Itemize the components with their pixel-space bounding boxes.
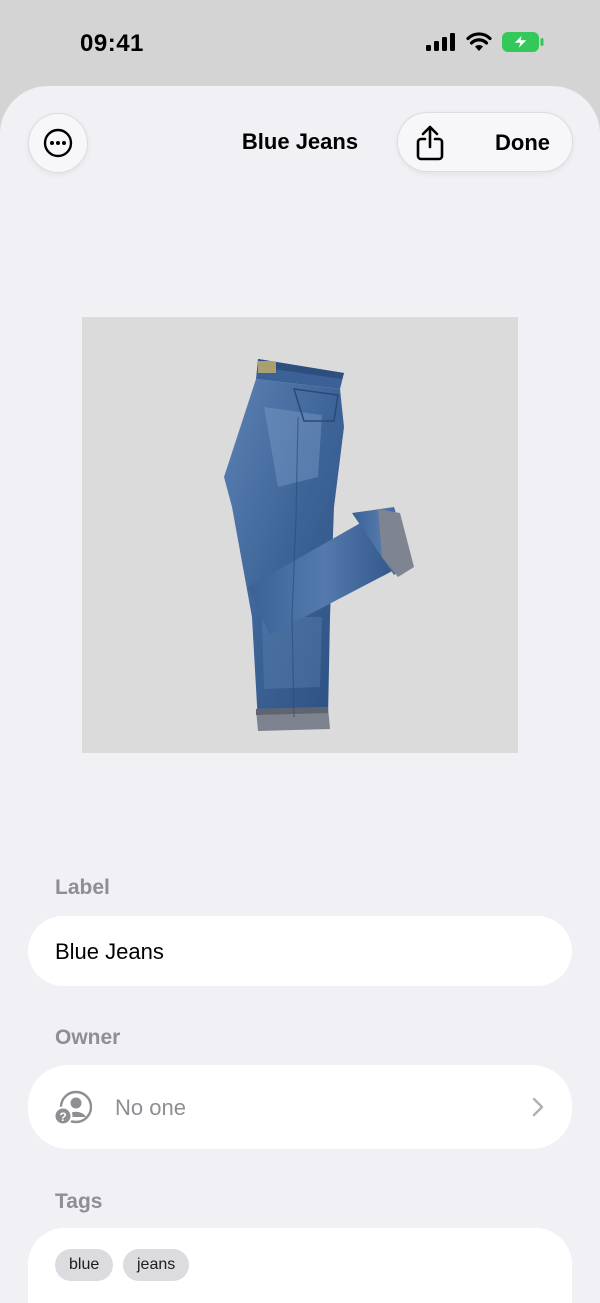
more-options-button[interactable] [28,113,88,173]
done-button[interactable]: Done [495,130,550,156]
share-button[interactable] [410,123,450,163]
screen: 09:41 Blue Jeans Done Label Blue Jeans O… [0,0,600,1303]
ellipsis-circle-icon [43,128,73,158]
chevron-right-icon [532,1097,544,1117]
cellular-signal-icon [426,33,455,51]
battery-charging-icon [502,32,544,52]
item-detail-sheet: Blue Jeans Done Label Blue Jeans Owner ?… [0,86,600,1303]
jeans-image [224,359,414,731]
item-photo[interactable] [82,317,518,753]
nav-actions-pill: Done [397,112,573,172]
page-title: Blue Jeans [241,129,359,154]
status-icons [426,32,544,52]
share-icon [416,125,444,161]
label-value: Blue Jeans [55,939,164,964]
tags-field[interactable]: blue jeans [28,1228,572,1303]
wifi-icon [466,32,492,51]
tag-chip-blue[interactable]: blue [55,1249,114,1281]
owner-section-heading: Owner [55,1026,121,1049]
label-field[interactable]: Blue Jeans [28,916,572,986]
owner-value: No one [115,1095,186,1120]
owner-field[interactable]: ? No one [28,1065,572,1149]
svg-text:?: ? [59,1110,66,1124]
status-time: 09:41 [80,30,144,57]
tags-section-heading: Tags [55,1190,103,1213]
label-section-heading: Label [55,876,110,899]
tag-chip-jeans[interactable]: jeans [123,1249,190,1281]
person-unknown-icon: ? [54,1090,92,1125]
